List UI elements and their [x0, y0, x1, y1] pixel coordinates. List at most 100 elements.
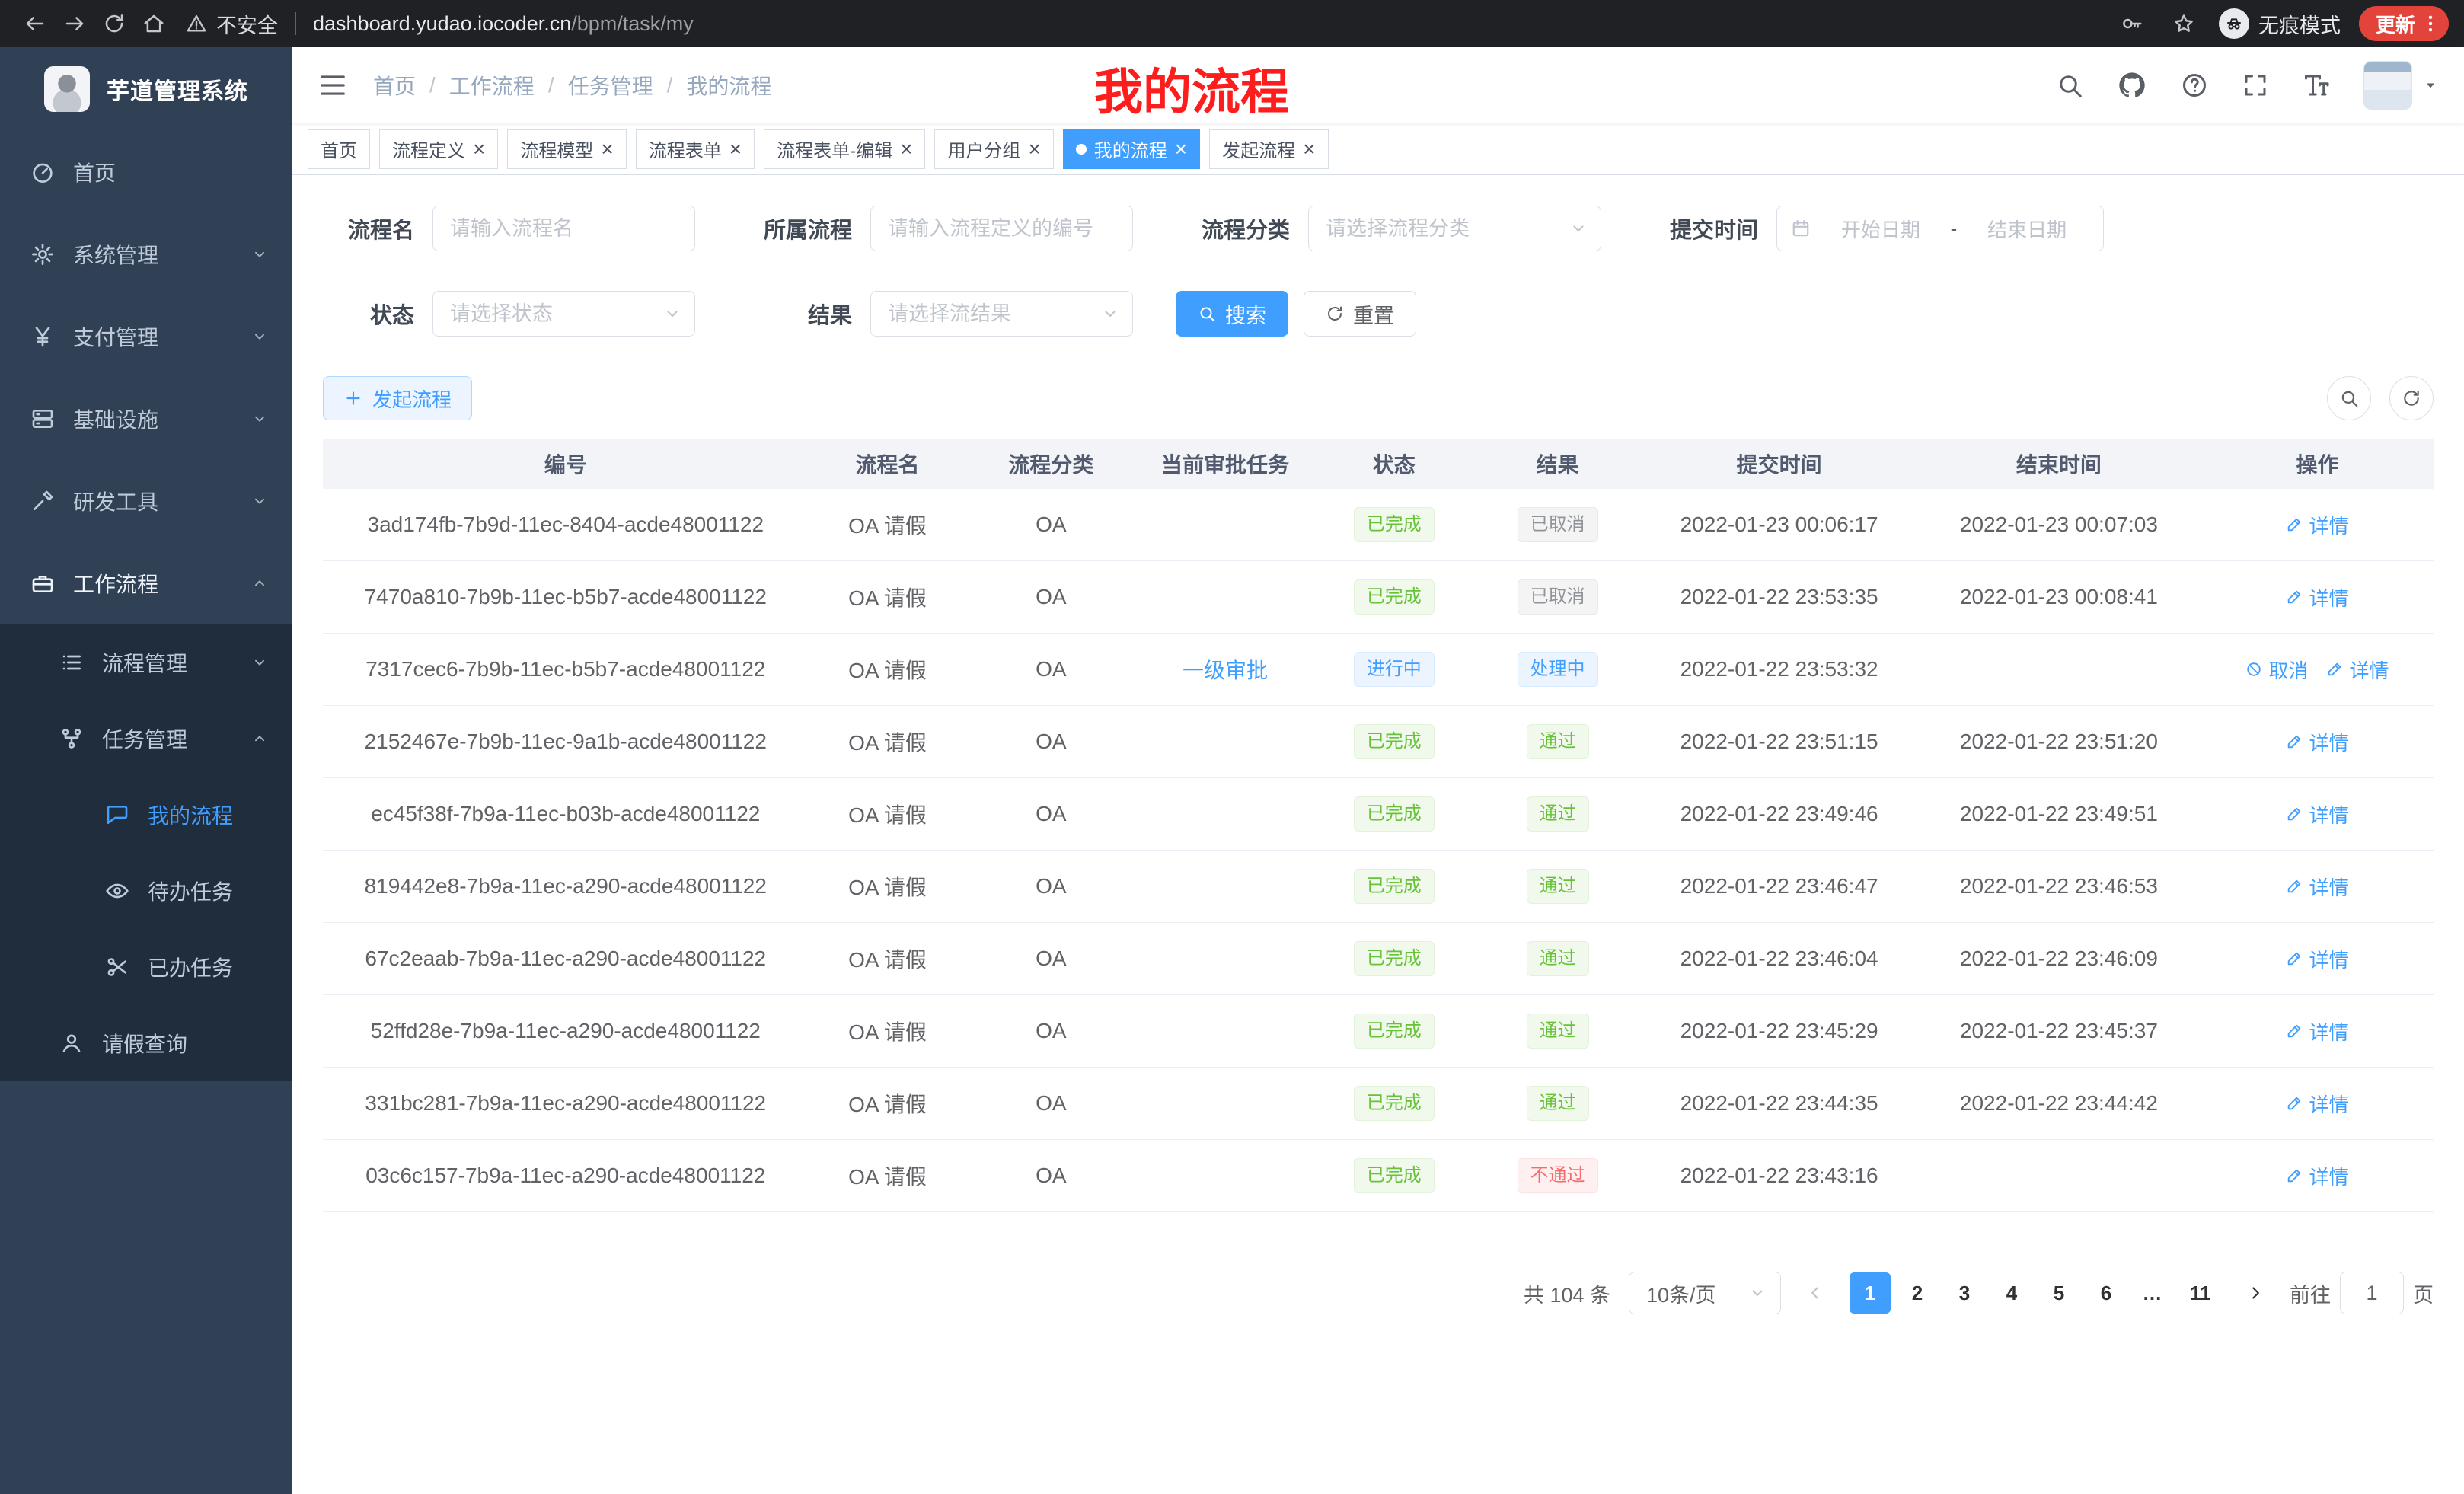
page-button-3[interactable]: 3 [1944, 1272, 1985, 1314]
tab-process-definition[interactable]: 流程定义× [379, 129, 498, 169]
close-icon[interactable]: × [900, 139, 912, 160]
detail-button[interactable]: 详情 [2286, 800, 2348, 828]
prev-page-icon[interactable] [1795, 1272, 1836, 1314]
cell-submit-time: 2022-01-22 23:53:32 [1642, 657, 1916, 682]
tab-process-model[interactable]: 流程模型× [507, 129, 626, 169]
reset-button[interactable]: 重置 [1304, 291, 1416, 337]
font-size-icon[interactable] [2303, 72, 2330, 99]
close-icon[interactable]: × [1303, 139, 1315, 160]
detail-button[interactable]: 详情 [2286, 1090, 2348, 1118]
sidebar-item-my-process[interactable]: 我的流程 [0, 777, 292, 853]
close-icon[interactable]: × [601, 139, 613, 160]
category-select-input[interactable] [1308, 206, 1601, 251]
end-date-placeholder[interactable]: 结束日期 [1964, 215, 2089, 243]
detail-button[interactable]: 详情 [2286, 728, 2348, 756]
sidebar-item-home[interactable]: 首页 [0, 131, 292, 213]
detail-button[interactable]: 详情 [2286, 583, 2348, 611]
browser-update-button[interactable]: 更新 [2359, 6, 2449, 41]
page-url[interactable]: dashboard.yudao.iocoder.cn/bpm/task/my [313, 12, 694, 36]
sidebar-item-payment[interactable]: 支付管理 [0, 295, 292, 378]
help-icon[interactable] [2181, 72, 2208, 99]
page-button-…[interactable]: … [2133, 1272, 2174, 1314]
sidebar-item-process-manage[interactable]: 流程管理 [0, 624, 292, 701]
tab-user-group[interactable]: 用户分组× [934, 129, 1053, 169]
tab-process-form-edit[interactable]: 流程表单-编辑× [764, 129, 925, 169]
caret-down-icon [2423, 78, 2438, 93]
detail-button[interactable]: 详情 [2286, 1017, 2348, 1045]
github-icon[interactable] [2117, 70, 2147, 101]
process-def-input[interactable] [870, 206, 1133, 251]
start-process-button[interactable]: 发起流程 [323, 376, 472, 420]
detail-button[interactable]: 详情 [2286, 873, 2348, 901]
jump-page-input[interactable] [2340, 1272, 2404, 1314]
page-size-select[interactable]: 10条/页 [1629, 1272, 1781, 1314]
detail-button[interactable]: 详情 [2286, 511, 2348, 539]
browser-home-icon[interactable] [134, 4, 174, 43]
table-row: 67c2eaab-7b9a-11ec-a290-acde48001122OA 请… [323, 923, 2434, 995]
close-icon[interactable]: × [1028, 139, 1040, 160]
flow-icon [59, 726, 84, 751]
security-label[interactable]: 不安全 [216, 9, 278, 39]
sidebar-item-infra[interactable]: 基础设施 [0, 378, 292, 460]
sidebar-item-workflow[interactable]: 工作流程 [0, 542, 292, 624]
status-tag: 已完成 [1354, 1158, 1435, 1193]
status-select-input[interactable] [432, 291, 695, 337]
sidebar-item-done-tasks[interactable]: 已办任务 [0, 929, 292, 1005]
sidebar-item-system[interactable]: 系统管理 [0, 213, 292, 295]
hamburger-icon[interactable] [318, 71, 347, 100]
current-task-link[interactable]: 一级审批 [1183, 659, 1268, 682]
breadcrumb-item[interactable]: 首页 [373, 70, 416, 101]
search-icon[interactable] [2056, 72, 2083, 99]
page-button-2[interactable]: 2 [1897, 1272, 1938, 1314]
cancel-button[interactable]: 取消 [2245, 656, 2308, 684]
tab-process-form[interactable]: 流程表单× [636, 129, 755, 169]
reload-icon[interactable] [94, 4, 134, 43]
sidebar-item-devtools[interactable]: 研发工具 [0, 460, 292, 542]
result-select-input[interactable] [870, 291, 1133, 337]
page-button-5[interactable]: 5 [2038, 1272, 2079, 1314]
refresh-table-icon[interactable] [2389, 376, 2434, 420]
sidebar-item-task-manage[interactable]: 任务管理 [0, 701, 292, 777]
start-date-placeholder[interactable]: 开始日期 [1818, 215, 1943, 243]
detail-button[interactable]: 详情 [2286, 1162, 2348, 1190]
avatar[interactable] [2363, 61, 2412, 110]
sidebar-item-label: 任务管理 [102, 723, 187, 754]
close-icon[interactable]: × [729, 139, 742, 160]
sidebar-item-leave-query[interactable]: 请假查询 [0, 1005, 292, 1081]
breadcrumb-item[interactable]: 任务管理 [568, 70, 653, 101]
category-select[interactable] [1308, 206, 1601, 251]
back-icon[interactable] [15, 4, 55, 43]
sidebar-item-label: 待办任务 [148, 876, 233, 906]
detail-button[interactable]: 详情 [2286, 945, 2348, 973]
action-label: 详情 [2309, 728, 2348, 756]
key-icon[interactable] [2115, 7, 2149, 40]
tab-my-process[interactable]: 我的流程× [1063, 129, 1200, 169]
breadcrumb-item[interactable]: 工作流程 [449, 70, 535, 101]
process-name-input[interactable] [432, 206, 695, 251]
forward-icon[interactable] [55, 4, 94, 43]
tab-home[interactable]: 首页 [308, 129, 370, 169]
detail-button[interactable]: 详情 [2326, 656, 2389, 684]
toggle-search-icon[interactable] [2327, 376, 2371, 420]
search-button[interactable]: 搜索 [1176, 291, 1288, 337]
address-bar[interactable]: 不安全 dashboard.yudao.iocoder.cn/bpm/task/… [186, 9, 694, 39]
page-button-6[interactable]: 6 [2086, 1272, 2127, 1314]
warning-icon [186, 13, 207, 34]
table-row: 52ffd28e-7b9a-11ec-a290-acde48001122OA 请… [323, 995, 2434, 1068]
app-logo-row[interactable]: 芋道管理系统 [0, 47, 292, 131]
sidebar-item-todo-tasks[interactable]: 待办任务 [0, 853, 292, 929]
page-button-4[interactable]: 4 [1991, 1272, 2032, 1314]
next-page-icon[interactable] [2235, 1272, 2276, 1314]
submit-time-range-picker[interactable]: 开始日期 - 结束日期 [1776, 206, 2104, 251]
close-icon[interactable]: × [1175, 139, 1187, 160]
tab-start-process[interactable]: 发起流程× [1209, 129, 1328, 169]
result-select[interactable] [870, 291, 1133, 337]
page-button-1[interactable]: 1 [1850, 1272, 1891, 1314]
user-menu[interactable] [2363, 61, 2438, 110]
close-icon[interactable]: × [473, 139, 485, 160]
status-select[interactable] [432, 291, 695, 337]
star-icon[interactable] [2167, 7, 2201, 40]
page-button-11[interactable]: 11 [2180, 1272, 2221, 1314]
browser-menu-icon[interactable] [2420, 13, 2441, 34]
fullscreen-icon[interactable] [2242, 72, 2269, 99]
